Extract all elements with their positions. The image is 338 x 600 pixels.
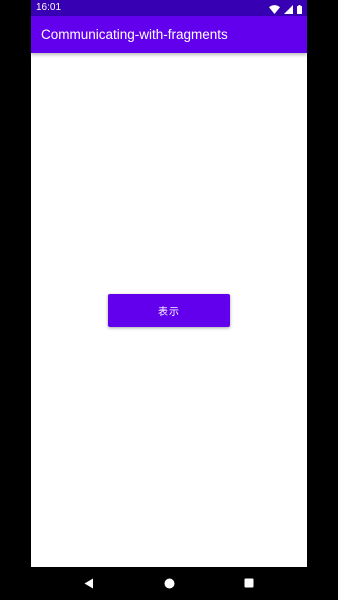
- app-title: Communicating-with-fragments: [41, 27, 228, 42]
- recents-icon[interactable]: [241, 575, 257, 591]
- wifi-icon: [269, 0, 280, 18]
- battery-icon: [297, 0, 302, 18]
- status-icons: [269, 3, 302, 14]
- cellular-signal-icon: [284, 0, 293, 18]
- back-icon[interactable]: [81, 575, 97, 591]
- home-icon[interactable]: [161, 575, 177, 591]
- main-content: 表示: [31, 53, 307, 567]
- status-time: 16:01: [36, 2, 62, 13]
- navigation-bar: [0, 567, 338, 600]
- app-bar: Communicating-with-fragments: [31, 16, 307, 53]
- device-screen: 16:01 Communicating-with-fragments 表示: [0, 0, 338, 600]
- show-button[interactable]: 表示: [108, 294, 230, 327]
- status-bar: 16:01: [31, 0, 307, 16]
